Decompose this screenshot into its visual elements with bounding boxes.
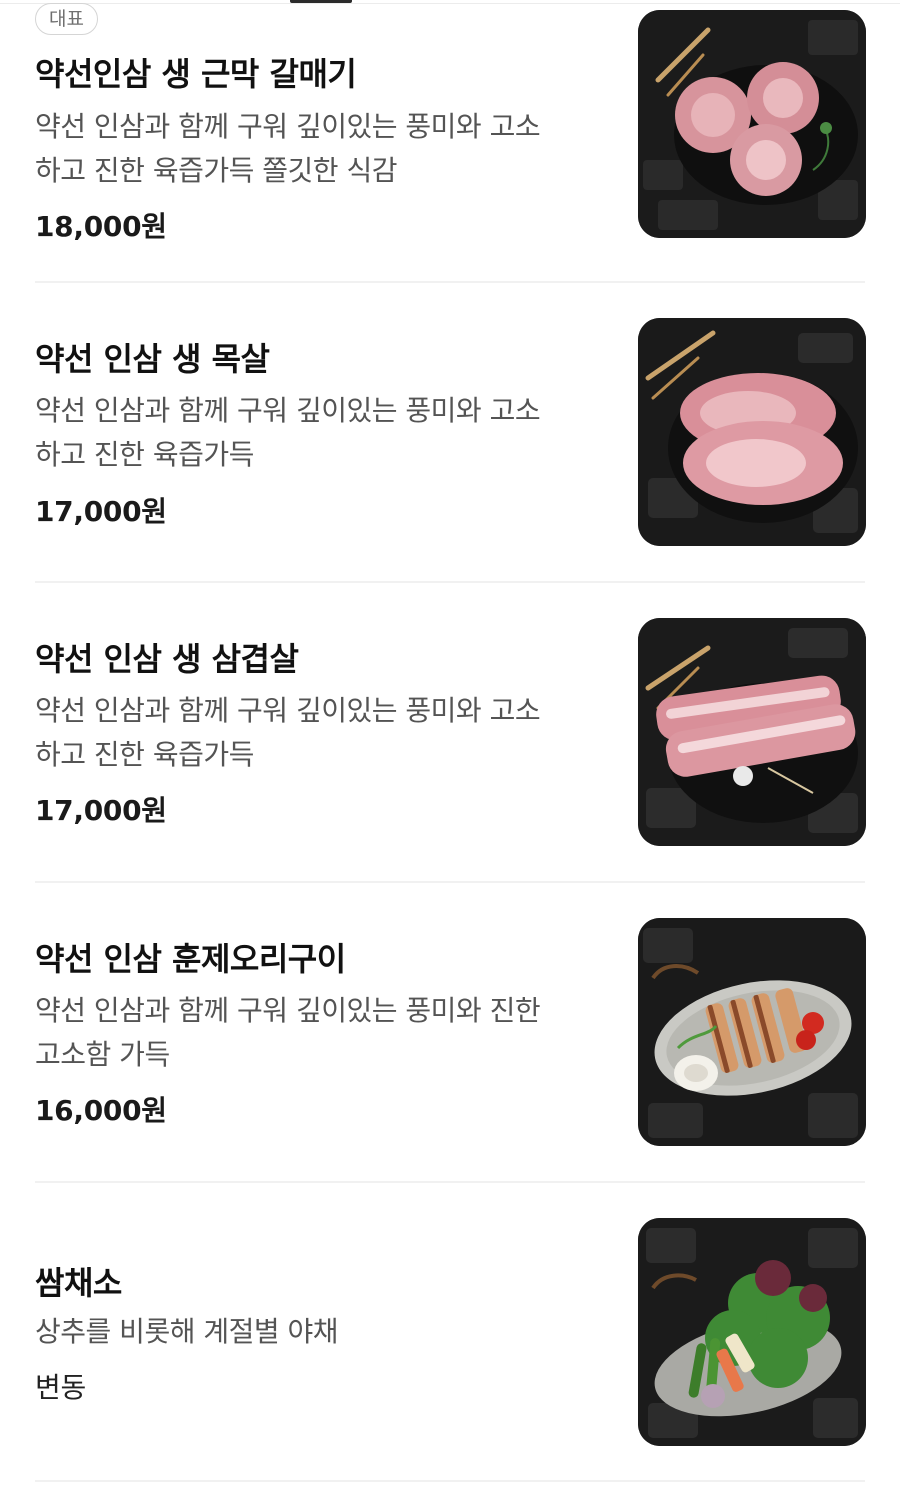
item-divider xyxy=(35,281,865,283)
menu-item[interactable]: 약선 인삼 생 삼겹살 약선 인삼과 함께 구워 깊이있는 풍미와 고소 하고 … xyxy=(35,584,866,884)
menu-item-name: 약선 인삼 훈제오리구이 xyxy=(35,940,346,978)
menu-item-price: 16,000원 xyxy=(35,1094,167,1127)
menu-item[interactable]: 대표 약선인삼 생 근막 갈매기 약선 인삼과 함께 구워 깊이있는 풍미와 고… xyxy=(35,0,866,284)
menu-item-description: 약선 인삼과 함께 구워 깊이있는 풍미와 진한 고소함 가득 xyxy=(35,994,541,1071)
menu-item-description: 약선 인삼과 함께 구워 깊이있는 풍미와 고소 하고 진한 육즙가득 쫄깃한 … xyxy=(35,110,541,187)
item-divider xyxy=(35,581,865,583)
menu-item-name: 쌈채소 xyxy=(35,1264,122,1302)
pork-skirt-rolls-photo[interactable] xyxy=(638,10,866,238)
smoked-duck-photo[interactable] xyxy=(638,918,866,1146)
menu-item[interactable]: 약선 인삼 훈제오리구이 약선 인삼과 함께 구워 깊이있는 풍미와 진한 고소… xyxy=(35,884,866,1184)
menu-item[interactable]: 쌈채소 상추를 비롯해 계절별 야채 변동 xyxy=(35,1184,866,1484)
item-divider xyxy=(35,1480,865,1482)
menu-item-name: 약선 인삼 생 삼겹살 xyxy=(35,640,299,678)
menu-item-name: 약선인삼 생 근막 갈매기 xyxy=(35,55,357,93)
menu-item-price: 17,000원 xyxy=(35,794,167,827)
menu-item[interactable]: 약선 인삼 생 목살 약선 인삼과 함께 구워 깊이있는 풍미와 고소 하고 진… xyxy=(35,284,866,584)
item-divider xyxy=(35,1181,865,1183)
vegetables-photo[interactable] xyxy=(638,1218,866,1446)
item-divider xyxy=(35,881,865,883)
pork-belly-photo[interactable] xyxy=(638,618,866,846)
signature-badge: 대표 xyxy=(35,3,98,35)
menu-item-description: 약선 인삼과 함께 구워 깊이있는 풍미와 고소 하고 진한 육즙가득 xyxy=(35,694,541,771)
menu-item-price: 17,000원 xyxy=(35,495,167,528)
menu-item-price: 변동 xyxy=(35,1371,86,1404)
menu-item-name: 약선 인삼 생 목살 xyxy=(35,340,270,378)
menu-item-price: 18,000원 xyxy=(35,210,167,243)
menu-item-description: 상추를 비롯해 계절별 야채 xyxy=(35,1315,339,1348)
pork-neck-photo[interactable] xyxy=(638,318,866,546)
menu-item-description: 약선 인삼과 함께 구워 깊이있는 풍미와 고소 하고 진한 육즙가득 xyxy=(35,394,541,471)
